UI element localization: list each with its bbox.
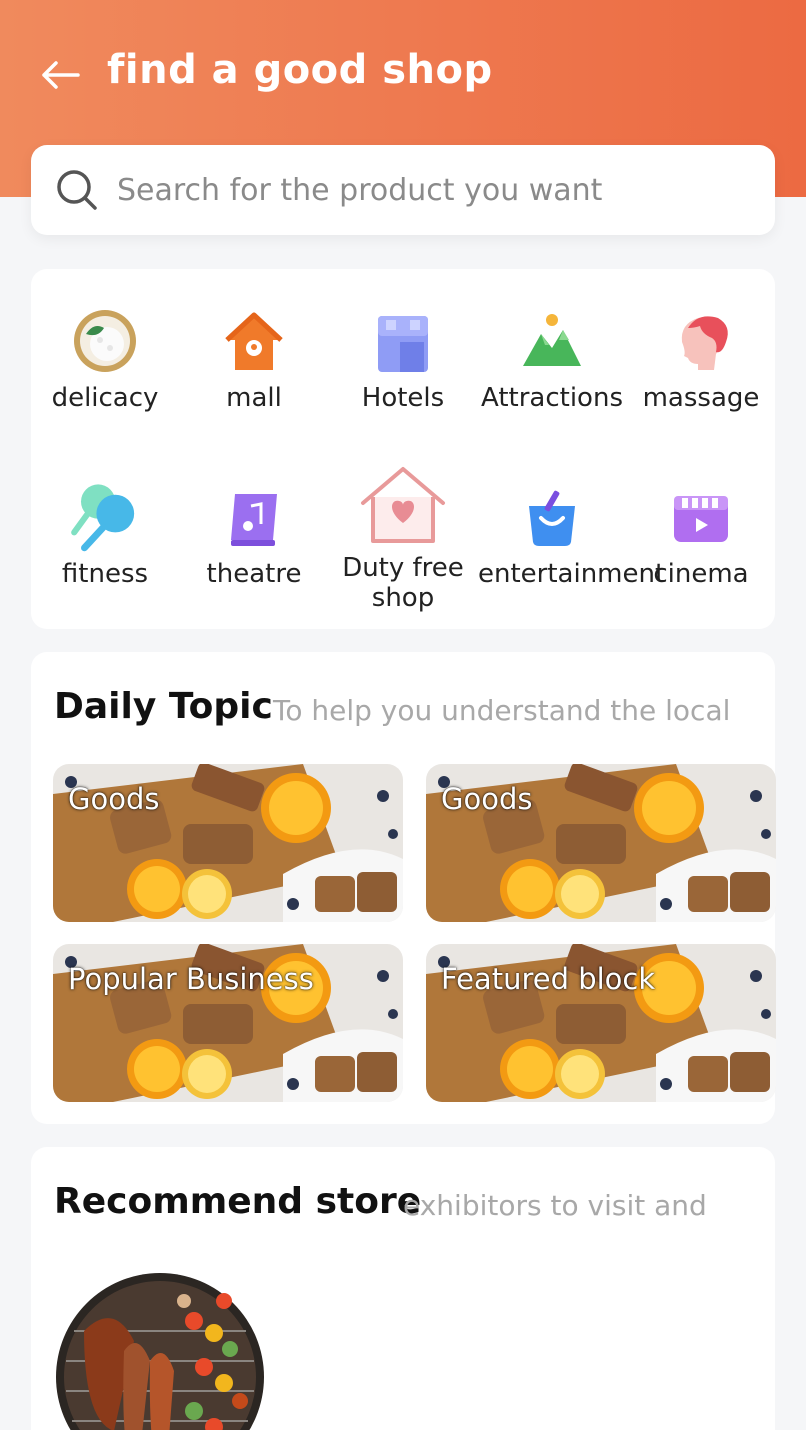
- topic-tile-featured-block[interactable]: Featured block: [426, 944, 776, 1102]
- category-label: delicacy: [51, 383, 159, 413]
- tile-label: Featured block: [441, 962, 656, 996]
- search-input[interactable]: Search for the product you want: [31, 145, 775, 235]
- tile-label: Popular Business: [68, 962, 314, 996]
- topic-tile-goods-2[interactable]: Goods: [426, 764, 776, 922]
- fitness-icon: [71, 484, 135, 552]
- duty-free-house-icon: [361, 467, 445, 543]
- category-massage[interactable]: massage: [627, 305, 775, 413]
- category-attractions[interactable]: Attractions: [478, 305, 626, 413]
- bbq-grill-image: [56, 1273, 264, 1430]
- category-cinema[interactable]: cinema: [627, 481, 775, 589]
- category-label: Hotels: [361, 383, 445, 413]
- tile-label: Goods: [441, 782, 533, 816]
- daily-topic-subtitle: To help you understand the local: [273, 694, 731, 727]
- massage-icon: [681, 316, 728, 370]
- back-arrow-icon: [42, 61, 80, 89]
- category-theatre[interactable]: theatre: [180, 481, 328, 589]
- topic-tile-goods[interactable]: Goods: [53, 764, 403, 922]
- recommend-title: Recommend store: [54, 1181, 422, 1222]
- category-delicacy[interactable]: delicacy: [31, 305, 179, 413]
- category-label: Duty free shop: [342, 553, 464, 613]
- daily-topic-section: Daily Topic To help you understand the l…: [31, 652, 776, 1124]
- category-fitness[interactable]: fitness: [31, 481, 179, 589]
- search-icon: [57, 170, 97, 210]
- category-label: theatre: [206, 559, 302, 589]
- mountain-icon: [523, 314, 581, 366]
- mall-house-icon: [225, 312, 283, 370]
- hotel-icon: [378, 316, 428, 372]
- category-label: entertainment: [478, 559, 666, 589]
- category-label: fitness: [61, 559, 149, 589]
- search-placeholder: Search for the product you want: [117, 172, 603, 208]
- category-label: mall: [226, 383, 282, 413]
- category-hotels[interactable]: Hotels: [329, 305, 477, 413]
- category-duty-free-shop[interactable]: Duty free shop: [329, 465, 477, 613]
- category-entertainment[interactable]: entertainment: [478, 481, 666, 589]
- shopping-basket-icon: [529, 490, 575, 546]
- category-label: Attractions: [481, 383, 623, 413]
- tile-label: Goods: [68, 782, 160, 816]
- category-label: massage: [642, 383, 760, 413]
- category-grid: delicacy mall Hotels Attractions massage…: [31, 269, 775, 629]
- store-card[interactable]: [54, 1271, 266, 1430]
- daily-topic-title: Daily Topic: [54, 686, 273, 727]
- cinema-icon: [674, 496, 728, 542]
- rice-bowl-icon: [74, 310, 136, 372]
- recommend-subtitle: exhibitors to visit and: [403, 1189, 707, 1222]
- category-label: cinema: [653, 559, 749, 589]
- category-mall[interactable]: mall: [180, 305, 328, 413]
- recommend-store-section: Recommend store exhibitors to visit and: [31, 1147, 775, 1430]
- topic-tile-popular-business[interactable]: Popular Business: [53, 944, 403, 1102]
- page-title: find a good shop: [107, 47, 493, 93]
- theatre-icon: [231, 494, 277, 546]
- back-button[interactable]: [38, 56, 82, 94]
